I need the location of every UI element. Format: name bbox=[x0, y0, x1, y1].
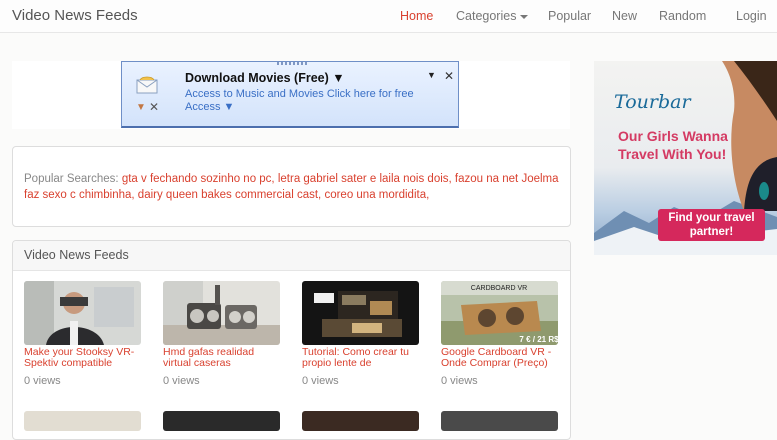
nav-popular[interactable]: Popular bbox=[548, 9, 591, 23]
popular-searches-label: Popular Searches: bbox=[24, 173, 119, 185]
panel-title: Video News Feeds bbox=[24, 248, 129, 262]
video-thumbnail[interactable] bbox=[441, 411, 558, 431]
video-thumbnail[interactable] bbox=[24, 411, 141, 431]
panel-heading: Video News Feeds bbox=[13, 241, 570, 271]
thumb-caption: CARDBOARD VR bbox=[471, 285, 527, 292]
tourbar-logo: Tourbar bbox=[614, 91, 691, 113]
video-thumbnail[interactable] bbox=[24, 281, 141, 345]
search-link[interactable]: dairy queen bakes commercial cast, bbox=[138, 189, 321, 201]
video-feed-panel: Video News Feeds Make your Stooksy VR-Sp… bbox=[12, 240, 571, 440]
video-views: 0 views bbox=[441, 375, 478, 387]
video-views: 0 views bbox=[302, 375, 339, 387]
nav-random[interactable]: Random bbox=[659, 9, 706, 23]
tourbar-ad[interactable]: Tourbar Our Girls Wanna Travel With You!… bbox=[594, 61, 777, 255]
envelope-icon bbox=[136, 76, 158, 94]
video-thumbnail[interactable] bbox=[163, 281, 280, 345]
ad-title[interactable]: Download Movies (Free) ▼ bbox=[185, 71, 345, 85]
search-link[interactable]: coreo una mordidita, bbox=[324, 189, 429, 201]
video-views: 0 views bbox=[24, 375, 61, 387]
nav-categories-label: Categories bbox=[456, 9, 517, 23]
video-thumbnail[interactable] bbox=[163, 411, 280, 431]
thumb-price: 7 € / 21 R$ bbox=[519, 335, 558, 344]
download-movies-ad[interactable]: ▼ ✕ Download Movies (Free) ▼ Access to M… bbox=[121, 61, 459, 128]
nav-new[interactable]: New bbox=[612, 9, 637, 23]
drag-handle bbox=[277, 62, 307, 65]
video-thumbnail[interactable]: CARDBOARD VR 7 € / 21 R$ bbox=[441, 281, 558, 345]
nav-login[interactable]: Login bbox=[736, 9, 767, 23]
ad-headline: Our Girls Wanna Travel With You! bbox=[618, 128, 728, 162]
video-title[interactable]: Hmd gafas realidad virtual caseras bbox=[163, 347, 280, 369]
chevron-down-icon bbox=[520, 14, 529, 19]
video-title[interactable]: Google Cardboard VR - Onde Comprar (Preç… bbox=[441, 347, 558, 369]
video-title[interactable]: Tutorial: Como crear tu propio lente de bbox=[302, 347, 419, 369]
video-title[interactable]: Make your Stooksy VR-Spektiv compatible bbox=[24, 347, 141, 369]
search-link[interactable]: letra gabriel sater e laila nois dois, bbox=[278, 173, 452, 185]
close-icon[interactable]: ✕ bbox=[444, 69, 454, 83]
arrow-down-icon: ▼ bbox=[136, 102, 146, 113]
popular-searches-panel: Popular Searches: gta v fechando sozinho… bbox=[12, 146, 571, 227]
video-views: 0 views bbox=[163, 375, 200, 387]
search-link[interactable]: fazou na net bbox=[455, 173, 518, 185]
nav-categories[interactable]: Categories bbox=[456, 9, 529, 23]
video-thumbnail[interactable] bbox=[302, 411, 419, 431]
navbar: Video News Feeds Home Categories Popular… bbox=[0, 0, 777, 33]
site-brand[interactable]: Video News Feeds bbox=[12, 7, 138, 24]
ad-menu-icon[interactable]: ▼ bbox=[427, 70, 436, 80]
popular-searches: Popular Searches: gta v fechando sozinho… bbox=[24, 171, 559, 203]
search-link[interactable]: gta v fechando sozinho no pc, bbox=[122, 173, 275, 185]
nav-home[interactable]: Home bbox=[400, 9, 433, 23]
ad-text[interactable]: Access to Music and Movies Click here fo… bbox=[185, 88, 435, 114]
find-partner-button[interactable]: Find your travel partner! bbox=[658, 209, 765, 241]
dismiss-icon[interactable]: ✕ bbox=[149, 100, 159, 114]
video-thumbnail[interactable] bbox=[302, 281, 419, 345]
